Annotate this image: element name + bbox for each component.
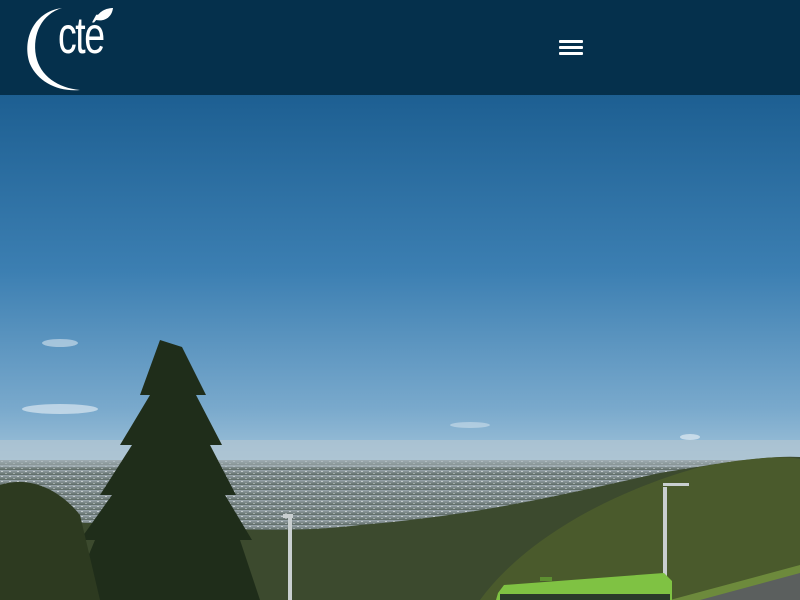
hero-video-background [0, 95, 800, 600]
hamburger-menu-button[interactable] [556, 36, 586, 60]
hero-landscape-image [0, 95, 800, 600]
logo-wordmark: cté [58, 7, 105, 65]
hamburger-bar [559, 46, 583, 49]
hamburger-menu-icon [559, 40, 583, 43]
site-header: cté [0, 0, 800, 95]
hamburger-bar [559, 52, 583, 55]
site-logo[interactable]: cté [18, 2, 118, 94]
